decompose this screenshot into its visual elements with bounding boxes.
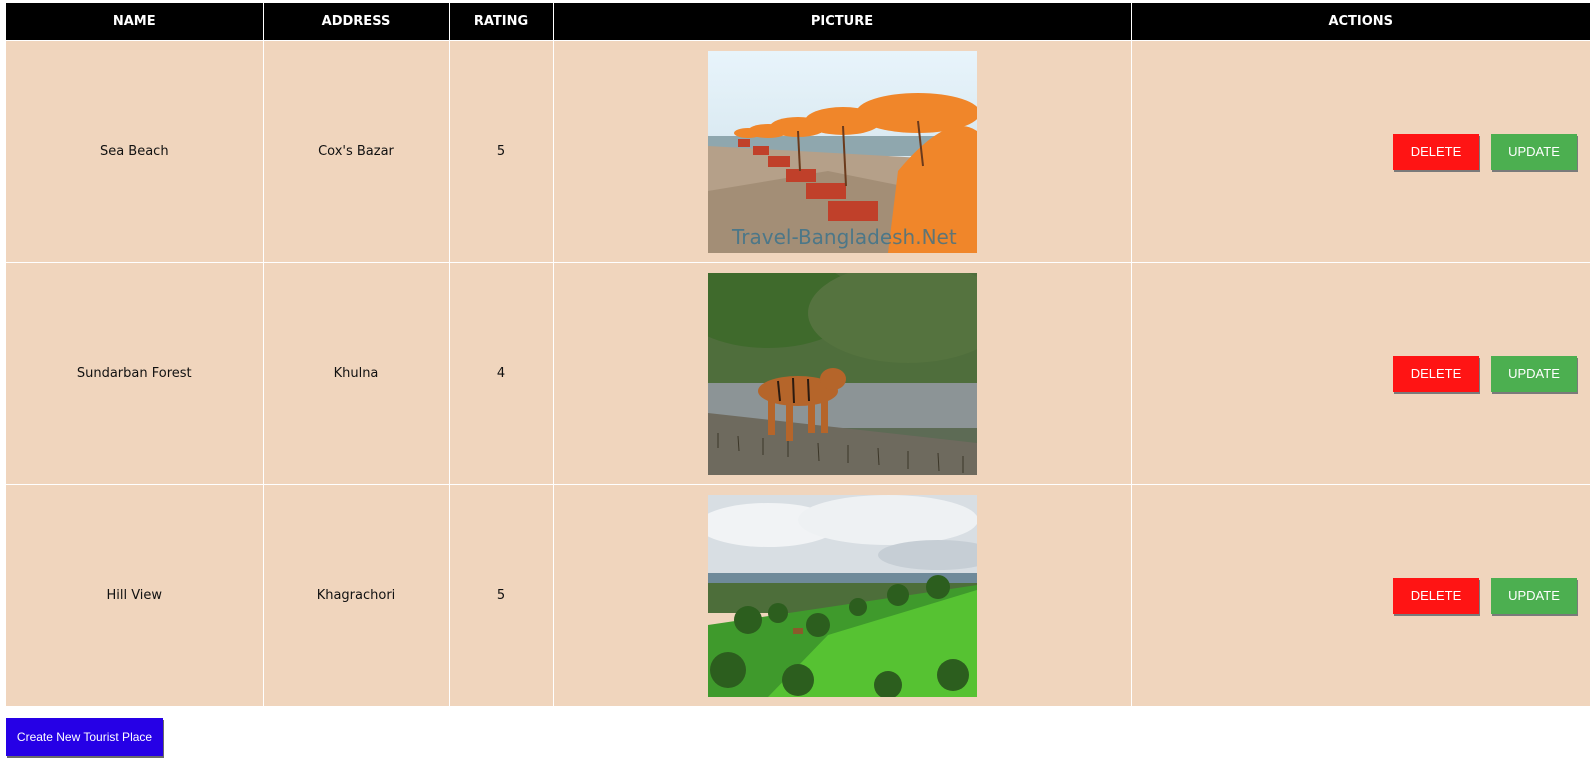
column-header-picture: PICTURE (553, 3, 1132, 41)
actions-cell: DELETE UPDATE (1131, 484, 1590, 706)
tiger-mangrove-image (707, 272, 977, 475)
place-name-cell: Sea Beach (6, 40, 264, 263)
beach-umbrellas-image: Travel-Bangladesh.Net (707, 50, 977, 253)
delete-button[interactable]: DELETE (1393, 577, 1479, 614)
table-row: Hill View Khagrachori 5 DELETE UPDATE (6, 484, 1590, 706)
place-picture-cell (553, 262, 1132, 485)
place-address-cell: Khulna (263, 262, 450, 485)
column-header-name: NAME (6, 3, 264, 41)
place-address-cell: Khagrachori (263, 484, 450, 706)
update-button[interactable]: UPDATE (1491, 577, 1577, 614)
place-rating-cell: 4 (449, 262, 554, 485)
column-header-rating: RATING (449, 3, 554, 41)
create-tourist-place-button[interactable]: Create New Tourist Place (6, 718, 163, 756)
place-rating-cell: 5 (449, 40, 554, 263)
actions-cell: DELETE UPDATE (1131, 262, 1590, 485)
place-name-cell: Hill View (6, 484, 264, 706)
place-name-cell: Sundarban Forest (6, 262, 264, 485)
delete-button[interactable]: DELETE (1393, 355, 1479, 392)
green-hills-image (707, 494, 977, 697)
place-picture-cell: Travel-Bangladesh.Net (553, 40, 1132, 263)
table-header-row: NAME ADDRESS RATING PICTURE ACTIONS (6, 3, 1590, 41)
tourist-places-table: NAME ADDRESS RATING PICTURE ACTIONS Sea … (6, 3, 1590, 706)
delete-button[interactable]: DELETE (1393, 133, 1479, 170)
update-button[interactable]: UPDATE (1491, 355, 1577, 392)
image-watermark: Travel-Bangladesh.Net (731, 225, 957, 249)
place-picture-cell (553, 484, 1132, 706)
update-button[interactable]: UPDATE (1491, 133, 1577, 170)
table-row: Sea Beach Cox's Bazar 5 Travel-Banglades… (6, 40, 1590, 263)
column-header-actions: ACTIONS (1131, 3, 1590, 41)
column-header-address: ADDRESS (263, 3, 450, 41)
place-rating-cell: 5 (449, 484, 554, 706)
table-row: Sundarban Forest Khulna 4 DELETE UPDATE (6, 262, 1590, 485)
place-address-cell: Cox's Bazar (263, 40, 450, 263)
actions-cell: DELETE UPDATE (1131, 40, 1590, 263)
